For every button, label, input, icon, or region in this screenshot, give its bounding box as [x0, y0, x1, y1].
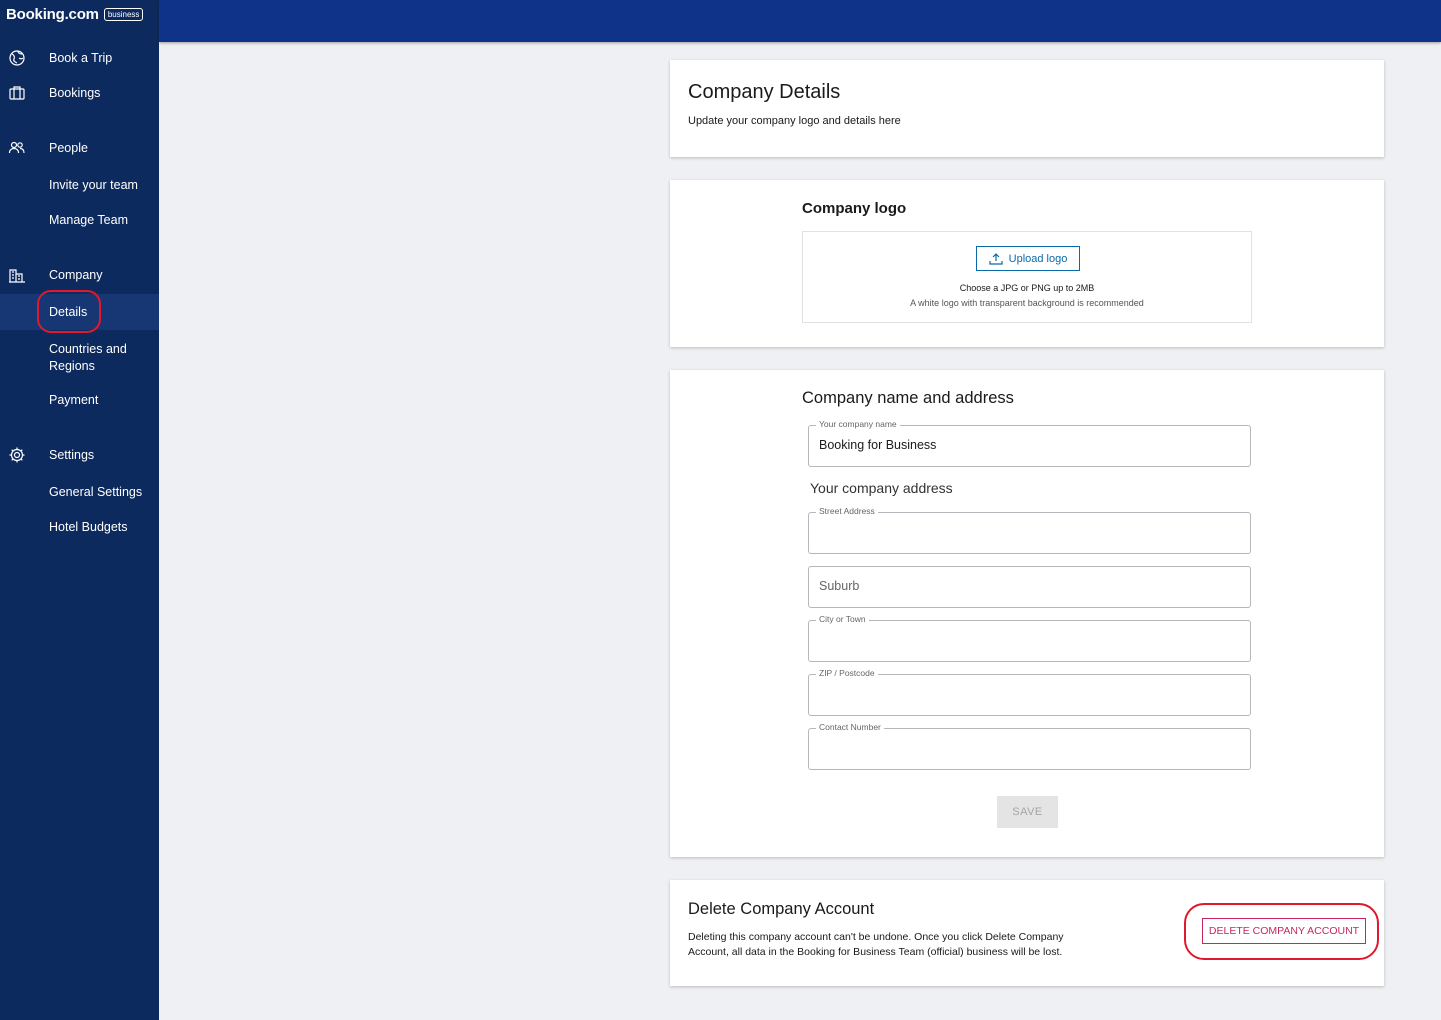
company-name-input[interactable] — [819, 438, 1239, 452]
building-icon — [9, 269, 25, 283]
zip-field[interactable]: ZIP / Postcode — [808, 668, 1251, 716]
sidebar-item-label: Payment — [49, 393, 99, 407]
sidebar-item-settings[interactable]: Settings — [0, 445, 159, 465]
sidebar-item-label-line2: Regions — [49, 359, 95, 373]
sidebar-item-book-trip[interactable]: Book a Trip — [0, 48, 159, 68]
sidebar-item-countries-regions[interactable]: Countries and Regions — [0, 338, 159, 374]
company-logo-card: Company logo Upload logo Choose a JPG or… — [670, 180, 1384, 347]
delete-account-card: Delete Company Account Deleting this com… — [670, 880, 1384, 986]
sidebar-item-payment[interactable]: Payment — [0, 390, 159, 410]
company-logo-title: Company logo — [802, 200, 907, 217]
upload-icon — [989, 252, 1003, 265]
sidebar-item-manage-team[interactable]: Manage Team — [0, 210, 159, 230]
contact-number-input[interactable] — [819, 741, 1239, 755]
sidebar-item-label: Manage Team — [49, 213, 128, 227]
company-address-heading: Your company address — [810, 480, 953, 496]
suitcase-icon — [9, 86, 25, 100]
sidebar-item-label: Bookings — [49, 86, 101, 100]
globe-icon — [9, 50, 25, 66]
sidebar: Booking.com business Book a Trip Booking… — [0, 0, 159, 1020]
sidebar-item-label: Hotel Budgets — [49, 520, 128, 534]
upload-logo-label: Upload logo — [1008, 252, 1068, 265]
delete-account-title: Delete Company Account — [688, 900, 875, 918]
city-label: City or Town — [816, 614, 869, 624]
delete-account-description: Deleting this company account can't be u… — [688, 930, 1064, 960]
delete-description-line1: Deleting this company account can't be u… — [688, 931, 1064, 943]
brand-badge: business — [103, 8, 144, 21]
sidebar-item-label-line1: Countries and — [49, 342, 127, 356]
gear-icon — [9, 447, 25, 463]
sidebar-item-general-settings[interactable]: General Settings — [0, 482, 159, 502]
company-address-card: Company name and address Your company na… — [670, 370, 1384, 857]
sidebar-item-label: People — [49, 141, 88, 155]
save-button[interactable]: SAVE — [997, 796, 1058, 828]
contact-number-label: Contact Number — [816, 722, 884, 732]
top-bar — [159, 0, 1441, 42]
sidebar-item-label: Invite your team — [49, 178, 138, 192]
sidebar-item-label: Company — [49, 268, 103, 282]
contact-number-field[interactable]: Contact Number — [808, 722, 1251, 770]
street-address-input[interactable] — [819, 525, 1239, 539]
sidebar-item-hotel-budgets[interactable]: Hotel Budgets — [0, 517, 159, 537]
sidebar-item-label: General Settings — [49, 485, 143, 499]
sidebar-item-invite-team[interactable]: Invite your team — [0, 175, 159, 195]
page-title: Company Details — [688, 81, 841, 103]
sidebar-item-label: Book a Trip — [49, 51, 113, 65]
zip-input[interactable] — [819, 687, 1239, 701]
street-address-label: Street Address — [816, 506, 878, 516]
street-address-field[interactable]: Street Address — [808, 506, 1251, 554]
sidebar-item-label: Settings — [49, 448, 95, 462]
suburb-field[interactable] — [808, 566, 1251, 608]
page-subtitle: Update your company logo and details her… — [688, 115, 901, 127]
suburb-input[interactable] — [819, 579, 1239, 593]
brand-name: Booking.com — [6, 6, 99, 23]
logo-format-hint: Choose a JPG or PNG up to 2MB — [959, 283, 1095, 293]
sidebar-item-label: Countries and Regions — [49, 341, 127, 375]
company-address-title: Company name and address — [802, 389, 1014, 407]
annotation-highlight-details — [37, 290, 101, 333]
logo-recommendation-hint: A white logo with transparent background… — [910, 298, 1144, 308]
logo-upload-dropzone[interactable]: Upload logo Choose a JPG or PNG up to 2M… — [802, 231, 1252, 323]
city-field[interactable]: City or Town — [808, 614, 1251, 662]
upload-logo-button[interactable]: Upload logo — [976, 246, 1080, 271]
company-name-label: Your company name — [816, 419, 900, 429]
delete-description-line2: Account, all data in the Booking for Bus… — [688, 946, 1063, 958]
sidebar-item-company[interactable]: Company — [0, 265, 159, 285]
brand-logo[interactable]: Booking.com business — [6, 6, 144, 23]
annotation-highlight-delete — [1184, 903, 1379, 960]
company-details-header-card: Company Details Update your company logo… — [670, 60, 1384, 157]
zip-label: ZIP / Postcode — [816, 668, 878, 678]
sidebar-item-people[interactable]: People — [0, 138, 159, 158]
sidebar-item-bookings[interactable]: Bookings — [0, 83, 159, 103]
company-name-field[interactable]: Your company name — [808, 419, 1251, 467]
people-icon — [8, 141, 25, 154]
city-input[interactable] — [819, 633, 1239, 647]
